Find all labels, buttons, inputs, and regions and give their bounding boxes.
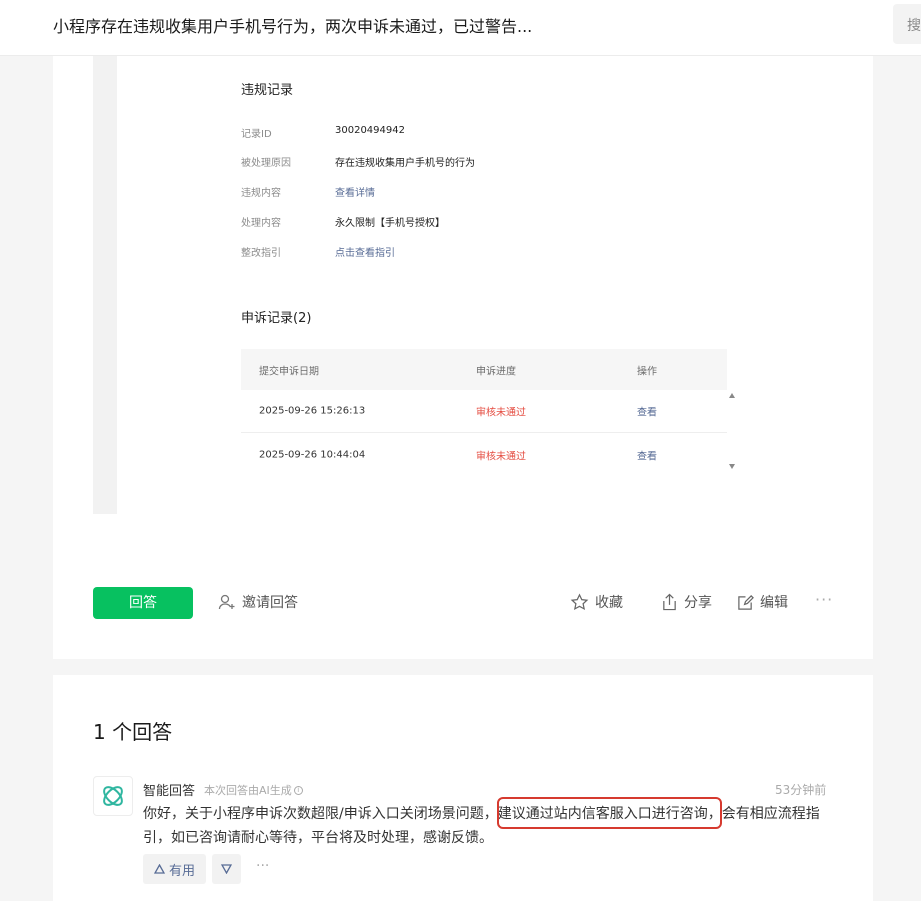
share-button[interactable]: 分享 (661, 591, 712, 613)
star-icon (570, 592, 589, 610)
more-actions-icon[interactable]: ··· (815, 590, 833, 609)
violation-label-action: 处理内容 (241, 218, 281, 229)
violation-value-action: 永久限制【手机号授权】 (335, 218, 445, 229)
screenshot-sidebar-strip (93, 56, 117, 514)
invite-answer-label: 邀请回答 (242, 595, 298, 611)
col-status: 申诉进度 (476, 366, 516, 377)
table-row: 2025-09-26 15:26:13 审核未通过 查看 (241, 390, 727, 433)
scroll-down-arrow-icon[interactable] (729, 464, 735, 469)
appeal-view-link[interactable]: 查看 (637, 447, 657, 462)
appeal-status: 审核未通过 (476, 451, 526, 462)
view-details-link[interactable]: 查看详情 (335, 184, 375, 199)
view-guide-link[interactable]: 点击查看指引 (335, 244, 395, 259)
triangle-up-icon (153, 864, 165, 874)
violation-value-id: 30020494942 (335, 125, 405, 136)
edit-button[interactable]: 编辑 (737, 591, 788, 613)
table-row: 2025-09-26 10:44:04 审核未通过 查看 (241, 433, 727, 476)
search-box[interactable]: 搜 (893, 4, 921, 44)
appeal-view-link[interactable]: 查看 (637, 404, 657, 419)
share-label: 分享 (684, 595, 712, 611)
share-icon (663, 593, 676, 611)
appeals-table-header: 提交申诉日期 申诉进度 操作 (241, 349, 727, 390)
appeals-title: 申诉记录(2) (241, 311, 312, 326)
answer-more-icon[interactable]: ··· (256, 858, 269, 874)
triangle-down-icon (221, 864, 232, 874)
favorite-button[interactable]: 收藏 (570, 591, 623, 613)
invite-answer-button[interactable]: 邀请回答 (218, 591, 298, 613)
useful-vote-label: 有用 (168, 863, 195, 879)
appeal-date: 2025-09-26 15:26:13 (259, 405, 366, 417)
col-date: 提交申诉日期 (259, 366, 319, 377)
answer-count: 1 个回答 (93, 720, 173, 744)
top-header: 小程序存在违规收集用户手机号行为，两次申诉未通过，已过警告... 搜 (0, 0, 921, 56)
question-title[interactable]: 小程序存在违规收集用户手机号行为，两次申诉未通过，已过警告... (53, 13, 532, 37)
violation-label-content: 违规内容 (241, 188, 281, 199)
info-icon[interactable]: i (293, 785, 303, 795)
edit-label: 编辑 (760, 595, 788, 611)
col-action: 操作 (637, 366, 657, 377)
violation-label-guide: 整改指引 (241, 248, 281, 259)
downvote-button[interactable] (212, 854, 241, 884)
search-glyph: 搜 (907, 18, 921, 34)
violation-label-reason: 被处理原因 (241, 158, 291, 169)
highlight-annotation-box (497, 797, 722, 829)
answer-body: 你好，关于小程序申诉次数超限/申诉入口关闭场景问题，建议通过站内信客服入口进行咨… (143, 802, 833, 850)
avatar[interactable] (93, 776, 133, 816)
violation-title: 违规记录 (241, 83, 294, 98)
ai-logo-icon (103, 786, 123, 806)
answer-time: 53分钟前 (775, 783, 827, 797)
ai-generated-note: 本次回答由AI生成 i (204, 782, 303, 798)
answer-text-before: 你好，关于小程序申诉次数超限/申诉入口关闭场景问题， (143, 806, 498, 822)
useful-vote-button[interactable]: 有用 (143, 854, 206, 884)
appeal-status: 审核未通过 (476, 407, 526, 419)
answer-button[interactable]: 回答 (93, 587, 193, 619)
favorite-label: 收藏 (595, 595, 623, 611)
violation-value-reason: 存在违规收集用户手机号的行为 (335, 158, 475, 169)
invite-user-icon (218, 594, 235, 610)
violation-label-id: 记录ID (241, 129, 272, 140)
appeals-table: 提交申诉日期 申诉进度 操作 2025-09-26 15:26:13 审核未通过… (241, 349, 727, 476)
edit-icon (738, 594, 754, 610)
ai-generated-text: 本次回答由AI生成 (204, 784, 292, 797)
appeal-date: 2025-09-26 10:44:04 (259, 449, 366, 460)
answer-author[interactable]: 智能回答 (143, 780, 195, 799)
scroll-up-arrow-icon[interactable] (729, 393, 735, 398)
